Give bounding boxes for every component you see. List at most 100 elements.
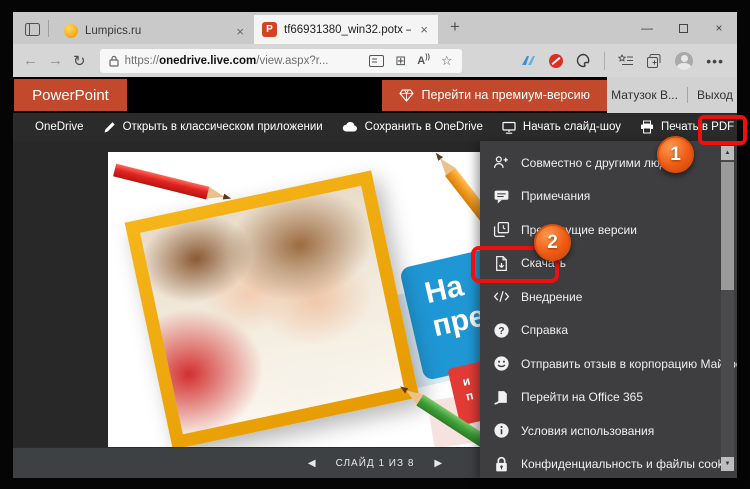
menu-list: Совместно с другими людьми Примечания Пр… [480,141,737,478]
back-icon[interactable]: ← [23,52,38,69]
browser-menu-icon[interactable]: ••• [706,53,724,69]
close-tab-icon[interactable]: × [234,24,246,39]
help-icon: ? [493,322,510,339]
url-text: https://onedrive.live.com/view.aspx?r... [125,55,329,67]
previous-slide-button[interactable]: ◀ [308,458,316,469]
open-classic-button[interactable]: Открыть в классическом приложении [103,121,323,134]
close-window-button[interactable]: × [701,12,737,44]
menu-item-terms[interactable]: Условия использования [480,414,737,448]
url-field-icons: ⊞ A)) ☆ [369,53,452,69]
menu-item-label: Отправить отзыв в корпорацию Майкрософт [521,357,737,371]
collections-icon[interactable] [647,54,662,68]
menu-item-embed[interactable]: Внедрение [480,280,737,314]
extension-icon-1[interactable] [520,54,536,67]
extension-icon-2[interactable] [549,54,563,68]
next-slide-button[interactable]: ▶ [434,458,442,469]
menu-item-help[interactable]: ? Справка [480,314,737,348]
close-tab-icon[interactable]: × [418,22,430,37]
document-toolbar: OneDrive Открыть в классическом приложен… [13,113,737,141]
reading-view-icon[interactable] [369,55,384,67]
powerpoint-header: PowerPoint Перейти на премиум-версию Мат… [13,77,737,113]
minimize-button[interactable]: — [629,12,665,44]
menu-item-previous-versions[interactable]: Предыдущие версии [480,213,737,247]
tab-separator [48,20,49,37]
maximize-icon [679,24,688,33]
profile-avatar[interactable] [675,52,693,70]
forward-icon[interactable]: → [48,52,63,69]
more-options-menu: Совместно с другими людьми Примечания Пр… [480,141,737,478]
cloud-icon [342,121,358,133]
extensions-separator [604,52,605,70]
step-2-badge: 2 [534,224,571,261]
gem-icon [399,89,414,102]
account-name[interactable]: Матузок В... [611,88,678,102]
refresh-icon[interactable]: ↻ [73,52,86,70]
menu-item-label: Конфиденциальность и файлы cookie [521,457,733,471]
extension-icon-3[interactable] [576,53,591,68]
menu-item-comments[interactable]: Примечания [480,180,737,214]
url-host: onedrive.live.com [159,55,256,67]
lumpics-favicon-icon [64,24,78,38]
go-premium-label: Перейти на премиум-версию [422,88,590,102]
start-slideshow-label: Начать слайд-шоу [523,121,621,133]
children-drawing-photo [140,186,404,434]
slide-counter: СЛАЙД 1 ИЗ 8 [336,458,415,469]
window-controls: — × [629,12,737,44]
read-aloud-icon[interactable]: A)) [417,55,430,67]
comments-icon [493,188,510,205]
menu-scrollbar[interactable]: ▲ ▼ [721,146,734,471]
go-premium-button[interactable]: Перейти на премиум-версию [382,80,607,111]
scrollbar-thumb[interactable] [721,162,734,290]
red-pencil-graphic [113,163,233,206]
share-people-icon [493,154,510,171]
previous-versions-icon [493,221,510,238]
start-slideshow-button[interactable]: Начать слайд-шоу [502,121,621,134]
framed-photo [125,170,420,447]
office365-icon [493,389,510,406]
tab-powerpoint-active[interactable]: P tf66931380_win32.potx — Micro × [254,15,438,44]
scroll-up-icon[interactable]: ▲ [721,146,734,160]
menu-item-label: Внедрение [521,290,582,304]
embed-code-icon [493,288,510,305]
menu-item-privacy[interactable]: Конфиденциальность и файлы cookie [480,448,737,479]
menu-item-feedback[interactable]: Отправить отзыв в корпорацию Майкрософт [480,347,737,381]
url-scheme: https:// [125,55,160,67]
scroll-down-icon[interactable]: ▼ [721,457,734,471]
powerpoint-favicon-icon: P [262,22,277,37]
menu-item-label: Перейти на Office 365 [521,390,643,404]
browser-extensions-area: ••• [520,52,727,70]
save-onedrive-button[interactable]: Сохранить в OneDrive [342,121,483,133]
maximize-button[interactable] [665,12,701,44]
url-field[interactable]: https://onedrive.live.com/view.aspx?r...… [100,49,462,73]
svg-text:?: ? [498,326,504,337]
lock-icon [109,55,119,67]
tab-bar: Lumpics.ru × P tf66931380_win32.potx — M… [13,12,737,44]
menu-item-share[interactable]: Совместно с другими людьми [480,146,737,180]
tab-title: Lumpics.ru [85,25,227,37]
smiley-feedback-icon [493,355,510,372]
menu-item-label: Справка [521,323,568,337]
account-area: Матузок В... Выход [607,77,737,113]
pencil-icon [103,121,116,134]
onedrive-label[interactable]: OneDrive [35,121,84,133]
add-favorite-star-icon[interactable]: ☆ [441,53,453,69]
tab-lumpics[interactable]: Lumpics.ru × [56,18,254,44]
save-onedrive-label: Сохранить в OneDrive [365,121,483,133]
step-1-badge: 1 [657,136,694,173]
grid-icon[interactable]: ⊞ [395,53,406,69]
menu-item-label: Примечания [521,189,590,203]
set-tabs-aside-icon[interactable] [21,19,43,39]
screenshot-root: Lumpics.ru × P tf66931380_win32.potx — M… [0,0,750,489]
address-bar: ← → ↻ https://onedrive.live.com/view.asp… [13,44,737,77]
menu-item-office365[interactable]: Перейти на Office 365 [480,381,737,415]
header-spacer [127,77,382,113]
sign-out-link[interactable]: Выход [697,88,733,102]
browser-window: Lumpics.ru × P tf66931380_win32.potx — M… [13,12,737,478]
new-tab-button[interactable]: + [450,17,460,37]
url-path: /view.aspx?r... [256,55,328,67]
open-classic-label: Открыть в классическом приложении [123,121,323,133]
favorites-bar-icon[interactable] [618,54,634,67]
powerpoint-brand: PowerPoint [14,79,127,111]
tab-title: tf66931380_win32.potx — Micro [284,24,411,36]
info-icon [493,422,510,439]
